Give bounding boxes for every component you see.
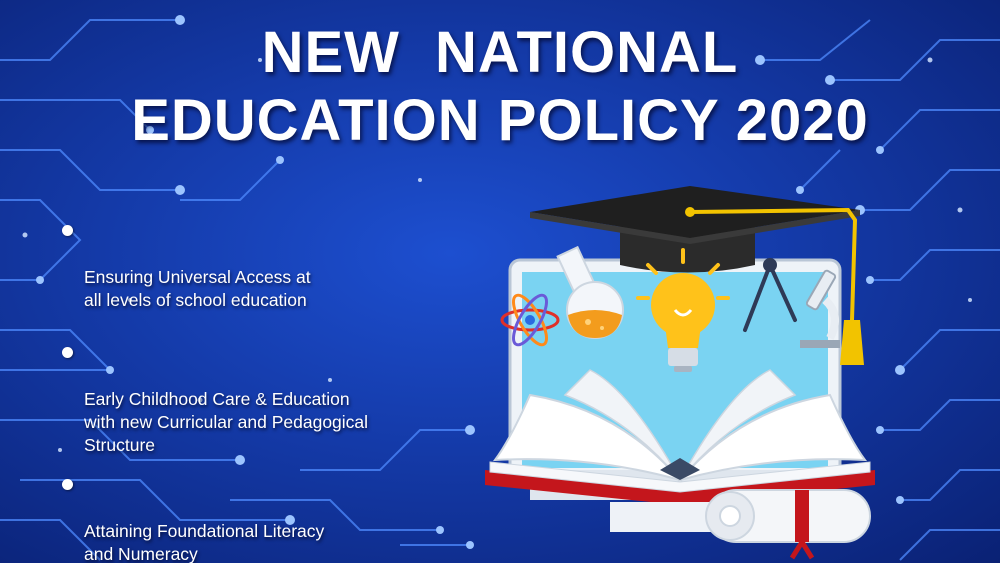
bullet-dot-icon <box>62 347 73 358</box>
diploma-scroll-icon <box>705 489 871 560</box>
bullet-dot-icon <box>62 479 73 490</box>
education-illustration <box>485 186 875 560</box>
bullet-dot-icon <box>62 225 73 236</box>
policy-banner: NEW NATIONAL EDUCATION POLICY 2020 Ensur… <box>0 0 1000 563</box>
bullet-list: Ensuring Universal Access at all levels … <box>58 220 458 563</box>
bullet-text: Attaining Foundational Literacy and Nume… <box>84 521 325 563</box>
headline-line-2: EDUCATION POLICY 2020 <box>131 88 869 153</box>
headline-line-1: NEW NATIONAL <box>261 20 739 85</box>
bullet-text: Ensuring Universal Access at all levels … <box>84 267 311 310</box>
bullet-item: Attaining Foundational Literacy and Nume… <box>58 474 458 563</box>
bullet-item: Early Childhood Care & Education with ne… <box>58 342 458 457</box>
bullet-text: Early Childhood Care & Education with ne… <box>84 389 369 455</box>
bullet-item: Ensuring Universal Access at all levels … <box>58 220 458 312</box>
